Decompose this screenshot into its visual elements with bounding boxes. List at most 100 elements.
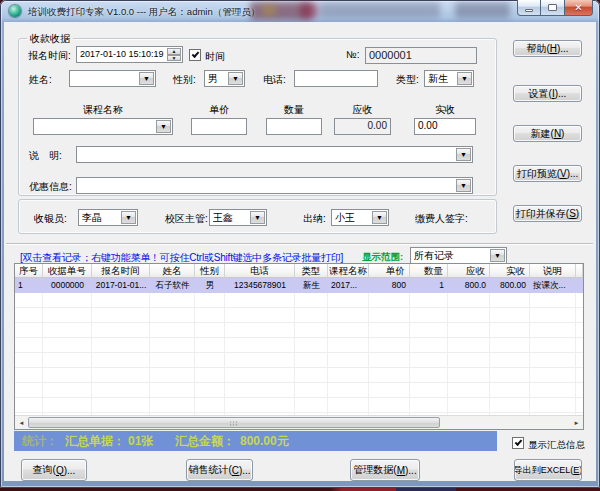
paid-input[interactable]: 0.00 xyxy=(414,118,476,135)
payer-sign-label: 缴费人签字: xyxy=(415,212,468,226)
column-header[interactable]: 性别 xyxy=(195,264,225,278)
column-header[interactable]: 收据单号 xyxy=(43,264,92,278)
gender-value: 男 xyxy=(208,72,227,85)
dropdown-arrow-icon[interactable]: ▼ xyxy=(139,72,154,85)
grid-column xyxy=(43,293,92,415)
dropdown-arrow-icon[interactable]: ▼ xyxy=(121,211,136,224)
cashier-combobox[interactable]: 李晶▼ xyxy=(78,209,138,226)
minimize-button[interactable] xyxy=(517,0,541,16)
dropdown-arrow-icon[interactable]: ▼ xyxy=(372,211,387,224)
receipt-groupbox: 收款收据 报名时间: 2017-01-10 15:10:19 ▲▼ 时间 №: … xyxy=(18,38,497,196)
help-button[interactable]: 帮助(H)... xyxy=(513,40,582,57)
column-header[interactable]: 数量 xyxy=(410,264,448,278)
stats-count-value: 01张 xyxy=(128,431,153,451)
column-header[interactable]: 电话 xyxy=(225,264,295,278)
horizontal-scrollbar[interactable]: ◄ ⁞⁞⁞ ► xyxy=(15,415,583,429)
note-combobox[interactable]: ▼ xyxy=(76,146,473,163)
teller-label: 出纳: xyxy=(303,212,326,226)
table-cell: 石子软件 xyxy=(150,278,195,293)
cashier-value: 李晶 xyxy=(82,211,120,224)
new-button[interactable]: 新建(N) xyxy=(513,125,582,142)
dropdown-arrow-icon[interactable]: ▼ xyxy=(490,249,505,262)
dropdown-arrow-icon[interactable]: ▼ xyxy=(457,72,472,85)
titlebar[interactable]: 培训收费打印专家 V1.0.0 --- 用户名：admin（管理员） ✕ xyxy=(0,0,600,22)
application-window: 培训收费打印专家 V1.0.0 --- 用户名：admin（管理员） ✕ 收款收… xyxy=(0,0,600,491)
enroll-time-input[interactable]: 2017-01-10 15:10:19 ▲▼ xyxy=(76,46,183,63)
enroll-time-label: 报名时间: xyxy=(28,49,71,63)
column-header[interactable]: 报名时间 xyxy=(92,264,150,278)
column-header[interactable]: 类型 xyxy=(295,264,328,278)
manage-data-button[interactable]: 管理数据(M)... xyxy=(350,459,420,481)
name-label: 姓名: xyxy=(29,73,52,87)
dropdown-arrow-icon[interactable]: ▼ xyxy=(156,120,171,133)
manager-value: 王鑫 xyxy=(213,211,249,224)
close-button[interactable]: ✕ xyxy=(565,0,593,16)
teller-value: 小王 xyxy=(335,211,371,224)
table-cell: 800.0 xyxy=(448,278,490,293)
grid-column xyxy=(530,293,576,415)
export-excel-button[interactable]: 导出到EXCEL(E) xyxy=(514,459,582,481)
stats-count-label: 汇总单据： xyxy=(65,431,125,451)
manager-combobox[interactable]: 王鑫▼ xyxy=(209,209,267,226)
column-header[interactable]: 姓名 xyxy=(150,264,195,278)
column-header[interactable]: 说明 xyxy=(530,264,576,278)
table-cell: 男 xyxy=(195,278,225,293)
column-header[interactable]: 单价 xyxy=(369,264,410,278)
dropdown-arrow-icon[interactable]: ▼ xyxy=(456,179,471,192)
phone-input[interactable] xyxy=(294,70,378,87)
settings-button[interactable]: 设置(I)... xyxy=(513,85,582,102)
dropdown-arrow-icon[interactable]: ▼ xyxy=(228,72,243,85)
type-combobox[interactable]: 新生▼ xyxy=(424,70,474,87)
gender-combobox[interactable]: 男▼ xyxy=(204,70,245,87)
maximize-button[interactable] xyxy=(541,0,565,16)
type-label: 类型: xyxy=(396,73,419,87)
show-summary-checkbox[interactable] xyxy=(512,437,524,449)
show-summary-label: 显示汇总信息 xyxy=(528,439,585,452)
gender-label: 性别: xyxy=(173,73,196,87)
grid-column xyxy=(490,293,530,415)
course-combobox[interactable]: ▼ xyxy=(33,118,173,135)
time-spinner[interactable]: ▲▼ xyxy=(167,48,181,61)
column-header[interactable]: 应收 xyxy=(448,264,490,278)
grid-column xyxy=(150,293,195,415)
due-input[interactable]: 0.00 xyxy=(334,118,391,135)
table-cell: 1 xyxy=(15,278,43,293)
course-label: 课程名称 xyxy=(33,103,173,117)
time-checkbox[interactable] xyxy=(189,49,201,61)
due-label: 应收 xyxy=(334,103,391,117)
print-save-button[interactable]: 打印并保存(S) xyxy=(513,205,582,222)
table-cell: 新生 xyxy=(295,278,328,293)
grid-column xyxy=(92,293,150,415)
table-cell: 2017-01-01... xyxy=(92,278,150,293)
table-cell: 12345678901 xyxy=(225,278,295,293)
stats-amount-label: 汇总金额： xyxy=(175,431,235,451)
grid-column xyxy=(15,293,43,415)
scrollbar-thumb[interactable]: ⁞⁞⁞ xyxy=(28,417,440,428)
dropdown-arrow-icon[interactable]: ▼ xyxy=(456,148,471,161)
scroll-left-icon[interactable]: ◄ xyxy=(15,417,28,429)
minimize-icon xyxy=(525,9,533,12)
spin-down-icon[interactable]: ▼ xyxy=(167,55,181,62)
window-title: 培训收费打印专家 V1.0.0 --- 用户名：admin（管理员） xyxy=(28,6,260,19)
staff-frame: 收银员: 李晶▼ 校区主管: 王鑫▼ 出纳: 小王▼ 缴费人签字: xyxy=(18,199,497,234)
column-header[interactable]: 课程名称 xyxy=(328,264,369,278)
print-preview-button[interactable]: 打印预览(V)... xyxy=(513,165,582,182)
receipt-no-input[interactable]: 0000001 xyxy=(365,47,477,64)
scope-combobox[interactable]: 所有记录▼ xyxy=(410,247,507,264)
dropdown-arrow-icon[interactable]: ▼ xyxy=(250,211,265,224)
column-header[interactable]: 序号 xyxy=(15,264,43,278)
qty-input[interactable] xyxy=(266,118,322,135)
scroll-right-icon[interactable]: ► xyxy=(570,417,583,429)
table-cell: 800 xyxy=(369,278,410,293)
discount-combobox[interactable]: ▼ xyxy=(76,177,473,194)
teller-combobox[interactable]: 小王▼ xyxy=(331,209,389,226)
time-checkbox-label: 时间 xyxy=(205,50,225,64)
sales-stats-button[interactable]: 销售统计(C)... xyxy=(186,459,253,481)
column-header[interactable]: 实收 xyxy=(490,264,530,278)
grid-column xyxy=(295,293,328,415)
table-row[interactable]: 100000002017-01-01...石子软件男12345678901新生2… xyxy=(15,278,583,293)
table-header: 序号收据单号报名时间姓名性别电话类型课程名称单价数量应收实收说明 xyxy=(15,264,583,278)
query-button[interactable]: 查询(Q)... xyxy=(21,459,87,481)
price-input[interactable] xyxy=(191,118,247,135)
name-combobox[interactable]: ▼ xyxy=(69,70,156,87)
